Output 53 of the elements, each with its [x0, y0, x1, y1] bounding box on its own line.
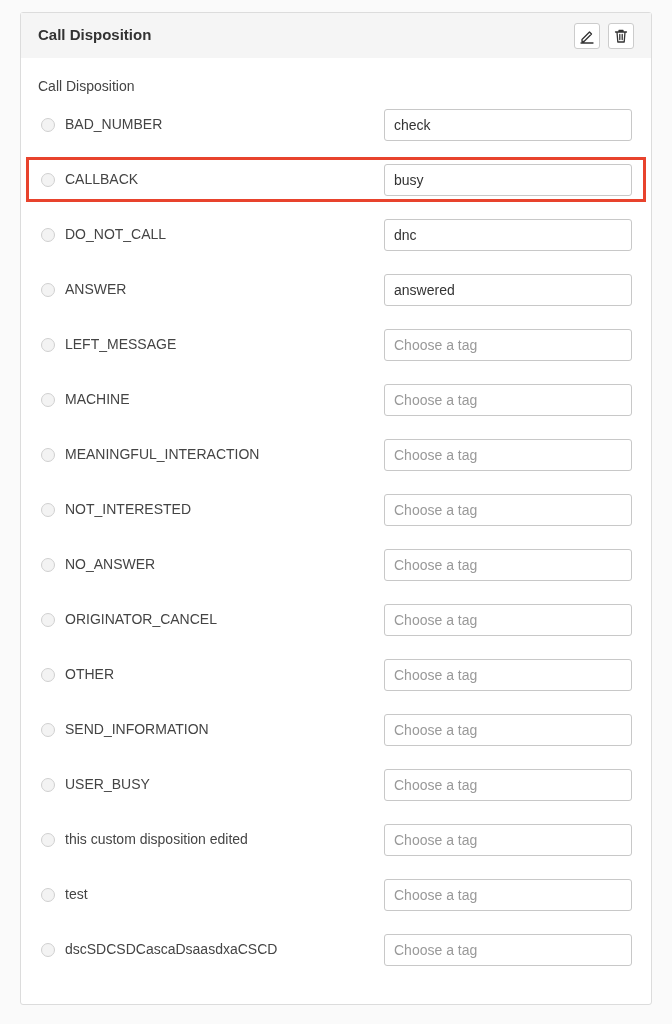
disposition-label: NO_ANSWER	[65, 555, 157, 574]
disposition-label: DO_NOT_CALL	[65, 225, 168, 244]
disposition-label: NOT_INTERESTED	[65, 500, 192, 519]
card-title: Call Disposition	[38, 25, 152, 46]
disposition-label: USER_BUSY	[65, 775, 151, 794]
tag-field[interactable]: Choose a tag	[384, 383, 632, 416]
disposition-label: OTHER	[65, 665, 115, 684]
radio-button[interactable]	[41, 557, 55, 572]
tag-field[interactable]: dnc	[384, 218, 632, 251]
disposition-label: dscSDCSDCascaDsaasdxaCSCD	[65, 940, 279, 959]
radio-button[interactable]	[41, 337, 55, 352]
tag-field[interactable]: Choose a tag	[384, 548, 632, 581]
disposition-label: MACHINE	[65, 390, 131, 409]
disposition-label: CALLBACK	[65, 170, 140, 189]
radio-button[interactable]	[41, 502, 55, 517]
radio-button[interactable]	[41, 612, 55, 627]
tag-field[interactable]: Choose a tag	[384, 328, 632, 361]
radio-button[interactable]	[41, 172, 55, 187]
radio-button[interactable]	[41, 282, 55, 297]
tag-field[interactable]: Choose a tag	[384, 823, 632, 856]
disposition-label: this custom disposition edited	[65, 830, 249, 849]
radio-button[interactable]	[41, 722, 55, 737]
disposition-label: MEANINGFUL_INTERACTION	[65, 445, 261, 464]
tag-field[interactable]: answered	[384, 273, 632, 306]
disposition-label: test	[65, 885, 89, 904]
tag-field[interactable]: Choose a tag	[384, 493, 632, 526]
radio-button[interactable]	[41, 447, 55, 462]
tag-field[interactable]: Choose a tag	[384, 603, 632, 636]
radio-button[interactable]	[41, 832, 55, 847]
delete-button[interactable]	[608, 22, 634, 49]
trash-icon	[613, 27, 629, 44]
radio-button[interactable]	[41, 667, 55, 682]
tag-field[interactable]: Choose a tag	[384, 933, 632, 966]
radio-button[interactable]	[41, 942, 55, 957]
radio-button[interactable]	[41, 227, 55, 242]
radio-button[interactable]	[41, 392, 55, 407]
tag-field[interactable]: check	[384, 108, 632, 141]
tag-field[interactable]: Choose a tag	[384, 768, 632, 801]
radio-button[interactable]	[41, 887, 55, 902]
disposition-label: ANSWER	[65, 280, 128, 299]
tag-field[interactable]: Choose a tag	[384, 878, 632, 911]
radio-button[interactable]	[41, 777, 55, 792]
tag-field[interactable]: Choose a tag	[384, 713, 632, 746]
tag-field[interactable]: Choose a tag	[384, 658, 632, 691]
section-label: Call Disposition	[37, 77, 136, 96]
tag-field[interactable]: Choose a tag	[384, 438, 632, 471]
disposition-label: SEND_INFORMATION	[65, 720, 210, 739]
radio-button[interactable]	[41, 117, 55, 132]
tag-field[interactable]: busy	[384, 163, 632, 196]
disposition-label: ORIGINATOR_CANCEL	[65, 610, 218, 629]
disposition-label: BAD_NUMBER	[65, 115, 164, 134]
disposition-label: LEFT_MESSAGE	[65, 335, 178, 354]
edit-button[interactable]	[574, 22, 600, 49]
